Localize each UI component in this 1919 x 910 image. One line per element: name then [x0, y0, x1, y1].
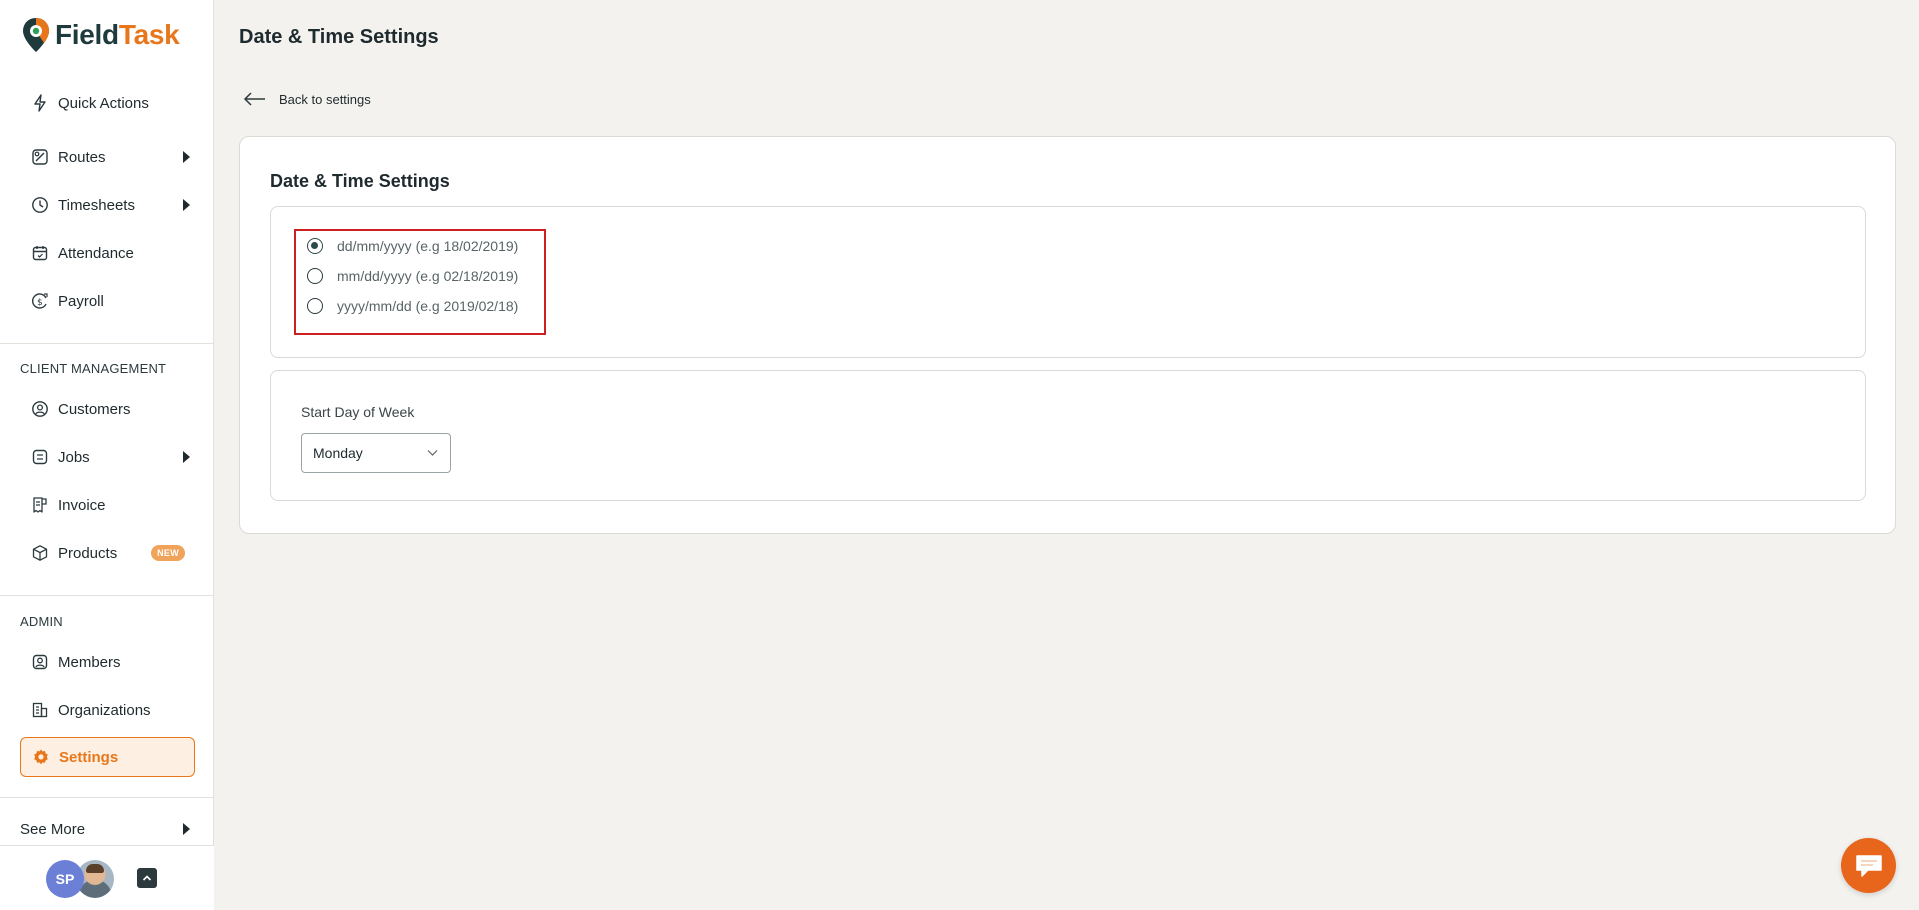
member-id-icon	[30, 652, 50, 672]
divider	[0, 595, 214, 596]
sidebar-item-label: Payroll	[58, 292, 104, 310]
route-map-icon	[30, 147, 50, 167]
section-label-admin: ADMIN	[20, 614, 63, 629]
sidebar-item-settings[interactable]: Settings	[20, 737, 195, 777]
sidebar-item-quick-actions[interactable]: Quick Actions	[20, 85, 195, 121]
date-format-option-ddmmyyyy[interactable]: dd/mm/yyyy (e.g 18/02/2019)	[307, 235, 518, 257]
week-start-label: Start Day of Week	[301, 404, 415, 420]
sidebar-item-organizations[interactable]: Organizations	[20, 692, 195, 728]
sidebar-footer: SP	[0, 845, 214, 910]
user-initials-avatar[interactable]: SP	[46, 860, 84, 898]
sidebar-item-label: Invoice	[58, 496, 106, 514]
sidebar-item-label: Organizations	[58, 701, 151, 719]
sidebar-item-label: Quick Actions	[58, 94, 149, 112]
brand-name: FieldTask	[55, 19, 180, 50]
user-circle-icon	[30, 399, 50, 419]
new-badge: NEW	[151, 545, 185, 561]
clock-icon	[30, 195, 50, 215]
job-list-icon	[30, 447, 50, 467]
sidebar-item-label: Customers	[58, 400, 131, 418]
fieldtask-logo[interactable]: FieldTask	[21, 17, 180, 53]
sidebar-item-customers[interactable]: Customers	[20, 391, 195, 427]
see-more-toggle[interactable]: See More	[20, 818, 195, 840]
week-start-panel: Start Day of Week Monday	[270, 370, 1866, 501]
date-format-label: yyyy/mm/dd (e.g 2019/02/18)	[337, 298, 519, 314]
card-title: Date & Time Settings	[270, 171, 450, 191]
sidebar-item-products[interactable]: Products NEW	[20, 535, 195, 571]
sidebar-item-label: Routes	[58, 148, 106, 166]
lightning-icon	[30, 93, 50, 113]
arrow-left-icon	[243, 92, 265, 106]
sidebar-item-invoice[interactable]: Invoice	[20, 487, 195, 523]
back-link-label: Back to settings	[279, 91, 371, 107]
date-time-settings-card: Date & Time Settings dd/mm/yyyy (e.g 18/…	[239, 136, 1896, 534]
sidebar-item-members[interactable]: Members	[20, 644, 195, 680]
chat-bubble-icon	[1855, 854, 1882, 877]
map-pin-logo-icon	[23, 18, 49, 52]
divider	[0, 343, 214, 344]
building-icon	[30, 700, 50, 720]
sidebar-item-label: Timesheets	[58, 196, 135, 214]
date-format-option-yyyymmdd[interactable]: yyyy/mm/dd (e.g 2019/02/18)	[307, 295, 518, 317]
sidebar-item-label: Products	[58, 544, 118, 562]
svg-text:$: $	[37, 298, 43, 308]
caret-right-icon	[183, 199, 190, 211]
chevron-down-icon	[427, 450, 438, 456]
date-format-option-mmddyyyy[interactable]: mm/dd/yyyy (e.g 02/18/2019)	[307, 265, 518, 287]
chevron-up-icon	[142, 875, 152, 881]
week-start-select[interactable]: Monday	[301, 433, 451, 473]
section-label-client-management: CLIENT MANAGEMENT	[20, 361, 167, 376]
sidebar-item-label: Jobs	[58, 448, 90, 466]
sidebar-item-routes[interactable]: Routes	[20, 139, 195, 175]
date-format-panel: dd/mm/yyyy (e.g 18/02/2019) mm/dd/yyyy (…	[270, 206, 1866, 358]
receipt-icon	[30, 495, 50, 515]
calendar-check-icon	[30, 243, 50, 263]
week-start-value: Monday	[313, 445, 363, 461]
radio-button-checked[interactable]	[307, 238, 323, 254]
see-more-label: See More	[20, 820, 86, 838]
sidebar-item-label: Attendance	[58, 244, 134, 262]
dollar-coin-icon: $	[30, 291, 50, 311]
caret-right-icon	[183, 151, 190, 163]
sidebar-item-label: Settings	[59, 748, 119, 766]
back-to-settings-link[interactable]: Back to settings	[243, 88, 371, 110]
caret-right-icon	[183, 823, 190, 835]
gear-icon	[31, 747, 51, 767]
sidebar-item-payroll[interactable]: $ Payroll	[20, 283, 195, 319]
sidebar: FieldTask Quick Actions Routes Timesheet…	[0, 0, 214, 910]
expand-menu-button[interactable]	[137, 868, 157, 888]
sidebar-item-attendance[interactable]: Attendance	[20, 235, 195, 271]
date-format-label: dd/mm/yyyy (e.g 18/02/2019)	[337, 238, 519, 254]
radio-button[interactable]	[307, 268, 323, 284]
sidebar-item-label: Members	[58, 653, 121, 671]
chat-support-button[interactable]	[1841, 838, 1896, 893]
radio-button[interactable]	[307, 298, 323, 314]
caret-right-icon	[183, 451, 190, 463]
page-title: Date & Time Settings	[239, 26, 439, 48]
sidebar-item-timesheets[interactable]: Timesheets	[20, 187, 195, 223]
divider	[0, 797, 214, 798]
date-format-label: mm/dd/yyyy (e.g 02/18/2019)	[337, 268, 519, 284]
box-icon	[30, 543, 50, 563]
sidebar-item-jobs[interactable]: Jobs	[20, 439, 195, 475]
